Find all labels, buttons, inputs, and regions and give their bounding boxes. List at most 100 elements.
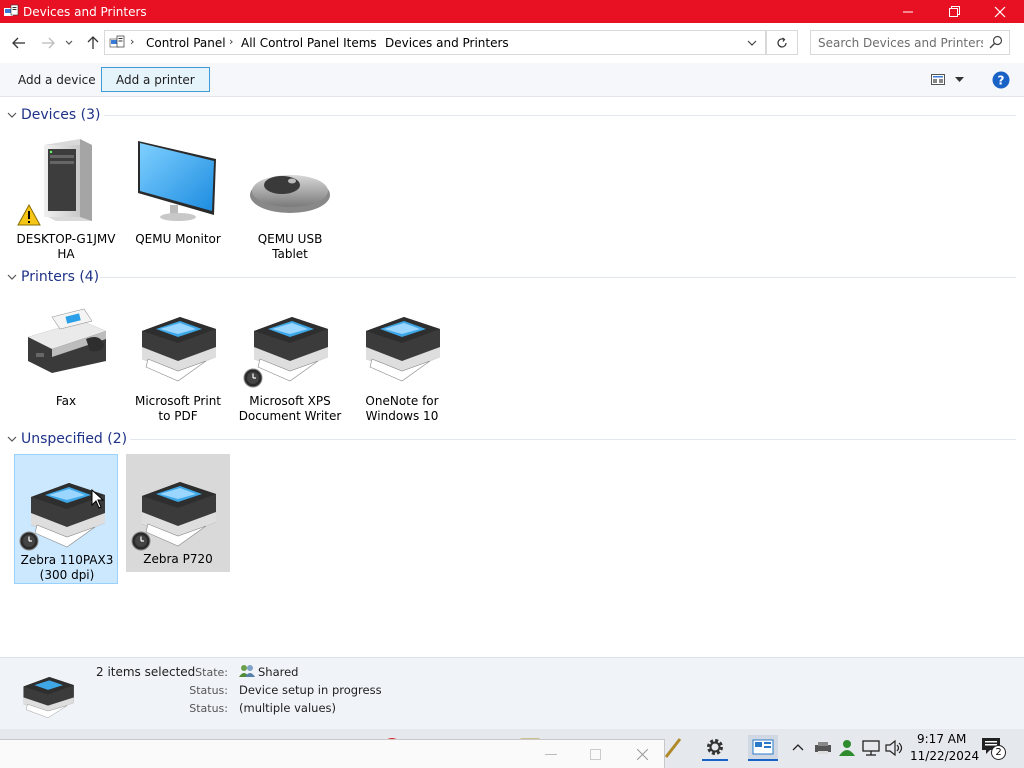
window-title: Devices and Printers xyxy=(23,5,147,19)
taskbar-settings[interactable] xyxy=(702,735,728,761)
change-view-icon[interactable] xyxy=(931,74,945,85)
device-label: QEMU USB Tablet xyxy=(238,232,342,262)
fax-icon xyxy=(28,308,106,373)
breadcrumb[interactable]: › Control Panel › All Control Panel Item… xyxy=(104,30,766,55)
refresh-button[interactable] xyxy=(766,30,798,55)
printer-label-line2: Windows 10 xyxy=(365,409,439,423)
device-qemu-usb-tablet[interactable]: QEMU USB Tablet xyxy=(238,135,342,265)
view-options-dropdown-icon[interactable] xyxy=(955,77,964,83)
gear-icon xyxy=(707,739,723,755)
command-bar: Add a device Add a printer ? xyxy=(0,63,1024,97)
mouse-cursor-icon xyxy=(91,489,105,509)
close-icon xyxy=(994,6,1006,17)
printer-onenote[interactable]: OneNote for Windows 10 xyxy=(350,297,454,427)
status-value: (multiple values) xyxy=(239,701,336,715)
printer-zebra-110pax3[interactable]: Zebra 110PAX3 (300 dpi) xyxy=(14,454,118,584)
chevron-up-icon[interactable] xyxy=(792,743,804,751)
printer-microsoft-xps[interactable]: Microsoft XPS Document Writer xyxy=(238,297,342,427)
minimize-icon xyxy=(903,11,913,12)
state-value: Shared xyxy=(258,665,299,679)
close-button[interactable] xyxy=(977,0,1023,23)
clock-icon xyxy=(243,368,263,388)
control-panel-icon xyxy=(109,35,125,48)
device-label-line1: DESKTOP-G1JMV xyxy=(16,232,116,246)
group-label-printers: Printers (4) xyxy=(21,269,100,285)
printer-tray-icon[interactable] xyxy=(814,741,832,755)
printer-label: Zebra P720 xyxy=(126,552,230,567)
recent-locations-button[interactable] xyxy=(62,33,76,53)
forward-button[interactable] xyxy=(38,33,58,53)
group-divider xyxy=(104,115,1016,116)
network-icon[interactable] xyxy=(862,740,880,756)
title-bar[interactable]: Devices and Printers xyxy=(0,0,1024,23)
group-header-printers[interactable]: Printers (4) xyxy=(0,268,1024,288)
back-arrow-icon xyxy=(12,37,25,49)
restore-icon xyxy=(948,6,960,17)
printer-label-line1: Zebra 110PAX3 xyxy=(20,553,114,567)
breadcrumb-devices-printers[interactable]: Devices and Printers xyxy=(385,36,509,50)
control-panel-icon xyxy=(752,739,774,755)
warning-icon xyxy=(17,204,41,226)
help-icon[interactable]: ? xyxy=(992,71,1010,89)
minimize-button[interactable] xyxy=(885,0,931,23)
back-button[interactable] xyxy=(9,33,29,53)
breadcrumb-separator: › xyxy=(229,35,234,48)
printer-label-line2: Document Writer xyxy=(238,409,342,423)
collapse-chevron-icon[interactable] xyxy=(6,433,18,445)
devices-and-printers-icon xyxy=(4,4,19,16)
printer-icon xyxy=(366,317,440,382)
minimize-icon[interactable] xyxy=(545,754,557,756)
collapse-chevron-icon[interactable] xyxy=(6,109,18,121)
search-input[interactable] xyxy=(818,34,983,51)
device-desktop[interactable]: DESKTOP-G1JMV HA xyxy=(14,135,118,265)
close-icon[interactable] xyxy=(637,749,648,760)
breadcrumb-separator: › xyxy=(370,35,375,48)
printer-label: Microsoft XPS Document Writer xyxy=(238,394,342,424)
add-printer-button[interactable]: Add a printer xyxy=(101,67,210,92)
printer-icon xyxy=(23,676,74,718)
status-label: Status: xyxy=(189,684,228,697)
device-label-line1: QEMU USB Tablet xyxy=(257,232,323,261)
notification-center-button[interactable]: 2 xyxy=(981,737,1007,761)
state-label: State: xyxy=(195,666,228,679)
printer-label: Fax xyxy=(14,394,118,409)
printer-microsoft-print-to-pdf[interactable]: Microsoft Print to PDF xyxy=(126,297,230,427)
maximize-icon[interactable] xyxy=(590,749,601,760)
printer-label: OneNote for Windows 10 xyxy=(350,394,454,424)
up-button[interactable] xyxy=(83,33,103,53)
clock-date[interactable]: 11/22/2024 xyxy=(910,749,979,763)
pen-icon xyxy=(664,738,682,758)
breadcrumb-all-items[interactable]: All Control Panel Items xyxy=(241,36,377,50)
breadcrumb-control-panel[interactable]: Control Panel xyxy=(146,36,226,50)
refresh-icon xyxy=(777,37,787,48)
clock-time[interactable]: 9:17 AM xyxy=(917,732,966,746)
chevron-down-icon xyxy=(65,40,73,45)
search-icon[interactable] xyxy=(989,35,1003,49)
chevron-down-icon[interactable] xyxy=(747,40,757,47)
user-tray-icon[interactable] xyxy=(838,739,856,757)
printer-fax[interactable]: Fax xyxy=(14,297,118,427)
clock-icon xyxy=(19,531,39,551)
taskbar-control-panel[interactable] xyxy=(748,735,778,761)
group-label-devices: Devices (3) xyxy=(21,107,101,123)
group-divider xyxy=(130,439,1016,440)
printer-label-line2: to PDF xyxy=(158,409,198,423)
device-label-line1: QEMU Monitor xyxy=(135,232,221,246)
add-device-button[interactable]: Add a device xyxy=(4,67,110,92)
collapse-chevron-icon[interactable] xyxy=(6,271,18,283)
details-pane: 2 items selected State: Shared Status: D… xyxy=(0,657,1024,729)
background-window[interactable] xyxy=(0,739,665,768)
printer-zebra-p720[interactable]: Zebra P720 xyxy=(126,454,230,572)
printer-label: Zebra 110PAX3 (300 dpi) xyxy=(15,553,119,583)
group-header-unspecified[interactable]: Unspecified (2) xyxy=(0,430,1024,450)
forward-arrow-icon xyxy=(42,37,55,49)
group-header-devices[interactable]: Devices (3) xyxy=(0,106,1024,126)
restore-button[interactable] xyxy=(931,0,977,23)
device-qemu-monitor[interactable]: QEMU Monitor xyxy=(126,135,230,265)
printer-label-line1: OneNote for xyxy=(365,394,439,408)
mouse-icon xyxy=(250,175,330,213)
svg-text:?: ? xyxy=(998,74,1005,88)
search-box[interactable] xyxy=(810,30,1010,55)
volume-icon[interactable] xyxy=(885,740,903,756)
device-label-line2: HA xyxy=(57,247,75,261)
